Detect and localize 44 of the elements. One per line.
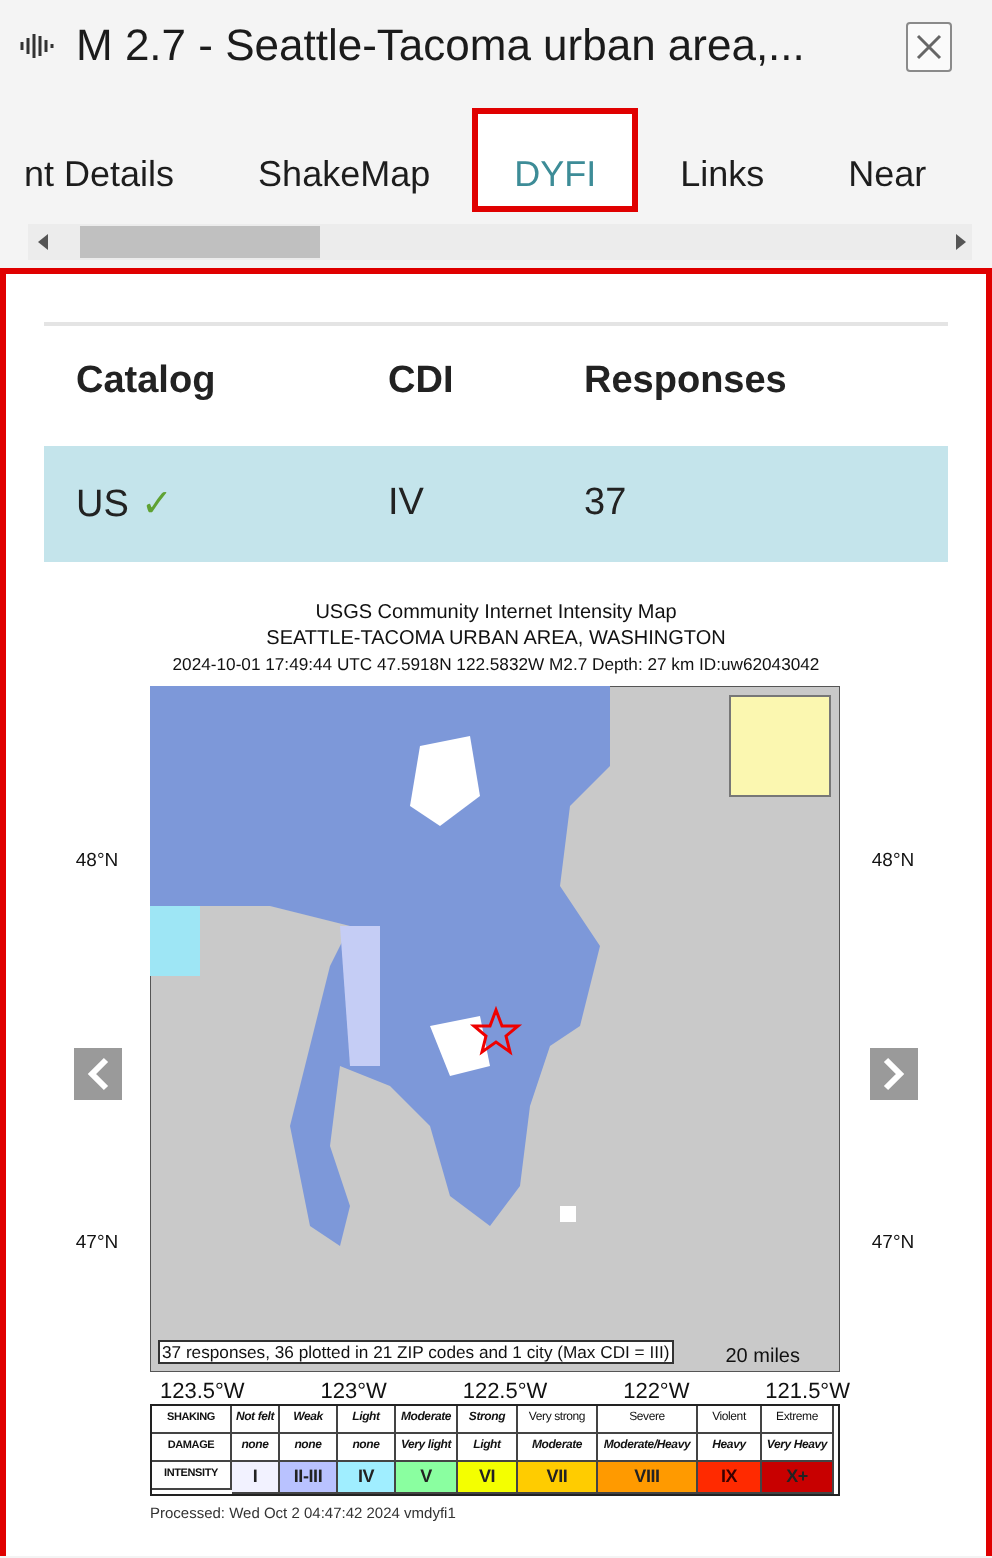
close-icon — [916, 33, 942, 59]
latitude-label: 47°N — [75, 1231, 119, 1253]
legend-cell: V — [396, 1461, 458, 1493]
longitude-label: 123°W — [320, 1379, 387, 1403]
legend-cell: VIII — [598, 1461, 698, 1493]
legend-cell: VI — [458, 1461, 518, 1493]
tab[interactable]: DYFI — [472, 108, 639, 212]
next-button[interactable] — [869, 1047, 917, 1099]
previous-button[interactable] — [73, 1047, 121, 1099]
column-header: CDI — [356, 324, 552, 436]
scroll-right-icon[interactable] — [952, 232, 968, 252]
latitude-label: 48°N — [75, 849, 119, 871]
tab[interactable]: ShakeMap — [216, 108, 473, 212]
scrollbar-thumb[interactable] — [80, 226, 320, 258]
legend-cell: IX — [698, 1461, 762, 1493]
legend-cell: X+ — [762, 1461, 834, 1493]
legend-cell: IV — [338, 1461, 396, 1493]
map-title: USGS Community Internet Intensity Map — [315, 602, 677, 627]
latitude-label: 48°N — [871, 849, 915, 871]
scale-label: 20 miles — [725, 1345, 800, 1367]
map-title: SEATTLE-TACOMA URBAN AREA, WASHINGTON — [266, 627, 726, 652]
table-cell-text: US — [76, 484, 129, 526]
tab[interactable]: Near — [806, 108, 969, 212]
column-header: Responses — [552, 324, 948, 436]
scroll-left-icon[interactable] — [36, 232, 52, 252]
chevron-left-icon — [85, 1055, 109, 1091]
longitude-label: 122°W — [623, 1379, 690, 1403]
column-header: Catalog — [44, 324, 356, 436]
legend-cell: VII — [518, 1461, 598, 1493]
check-icon: ✓ — [140, 484, 173, 526]
legend-cell: II-III — [280, 1461, 338, 1493]
window-title: M 2.7 - Seattle-Tacoma urban area,... — [76, 20, 807, 72]
chevron-right-icon — [881, 1055, 905, 1091]
longitude-label: 121.5°W — [765, 1379, 850, 1403]
tab[interactable]: Links — [638, 108, 807, 212]
longitude-label: 122.5°W — [462, 1379, 548, 1403]
close-button[interactable] — [906, 21, 952, 71]
tab[interactable]: nt Details — [24, 108, 217, 212]
map-title: 2024-10-01 17:49:44 UTC 47.5918N 122.5832W M2.7 Depth: 27 km ID:uw62043042 — [172, 652, 820, 677]
sound-wave-icon — [20, 32, 56, 60]
latitude-label: 47°N — [871, 1231, 915, 1253]
longitude-label: 123.5°W — [160, 1379, 245, 1403]
legend-cell: I — [232, 1461, 280, 1493]
map-caption: 37 responses, 36 plotted in 21 ZIP codes and 1 city (Max CDI = III) — [158, 1339, 674, 1363]
